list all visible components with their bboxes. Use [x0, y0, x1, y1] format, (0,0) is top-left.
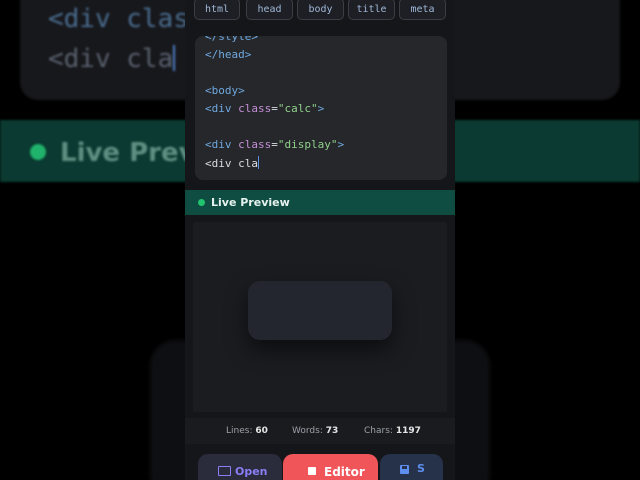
code-token: "calc" [277, 102, 318, 115]
code-token: <div [205, 138, 239, 151]
code-token: <div cla [205, 157, 258, 170]
code-line: <body> [205, 84, 245, 97]
tag-button-head[interactable]: head [246, 0, 293, 20]
words-stat: Words: 73 [292, 426, 339, 436]
code-token: = [271, 138, 278, 151]
code-token: "display" [277, 138, 338, 151]
code-line: </head> [205, 48, 251, 61]
tag-button-html[interactable]: html [194, 0, 240, 20]
folder-icon [218, 466, 231, 476]
code-token: > [337, 138, 345, 151]
tag-button-title[interactable]: title [348, 0, 395, 20]
code-editor[interactable]: </style> </head> <body> <div class="calc"> <… [195, 36, 447, 180]
code-token: <body> [205, 84, 245, 97]
tag-toolbar: html head body title meta [185, 0, 455, 22]
code-line: <div cla [205, 156, 260, 170]
stop-icon [308, 467, 316, 475]
stats-bar: Lines: 60 Words: 73 Chars: 1197 [185, 418, 455, 444]
code-token: class [238, 138, 272, 151]
code-line: <div class="calc"> [205, 102, 324, 115]
save-button-label: S [417, 462, 425, 475]
tag-button-meta[interactable]: meta [399, 0, 446, 20]
code-token: <div [205, 102, 239, 115]
live-preview-title: Live Preview [211, 196, 290, 209]
app-screen: html head body title meta </style> </head… [185, 0, 455, 480]
lines-stat: Lines: 60 [226, 426, 268, 436]
save-disk-icon [400, 465, 409, 474]
chars-stat: Chars: 1197 [364, 426, 421, 436]
blurred-code-line-1: <div clas [48, 4, 189, 34]
code-token: = [271, 102, 278, 115]
editor-button[interactable]: Editor [283, 454, 378, 480]
blurred-live-dot [30, 144, 46, 160]
live-status-dot [198, 199, 205, 206]
code-line: <div class="display"> [205, 138, 344, 151]
open-button[interactable]: Open [198, 454, 282, 480]
tag-button-body[interactable]: body [297, 0, 344, 20]
code-token: > [317, 102, 325, 115]
save-button[interactable]: S [380, 454, 443, 480]
preview-calc-display [248, 281, 392, 340]
code-token: class [238, 102, 272, 115]
code-token: </head> [205, 48, 252, 61]
code-token: </style> [205, 36, 258, 43]
open-button-label: Open [235, 465, 268, 478]
blurred-code-line-2: <div cla [48, 44, 176, 74]
text-cursor [257, 156, 260, 169]
editor-button-label: Editor [324, 465, 365, 479]
live-preview-area [193, 222, 447, 412]
code-line: </style> [205, 36, 258, 43]
live-preview-header: Live Preview [185, 190, 455, 215]
